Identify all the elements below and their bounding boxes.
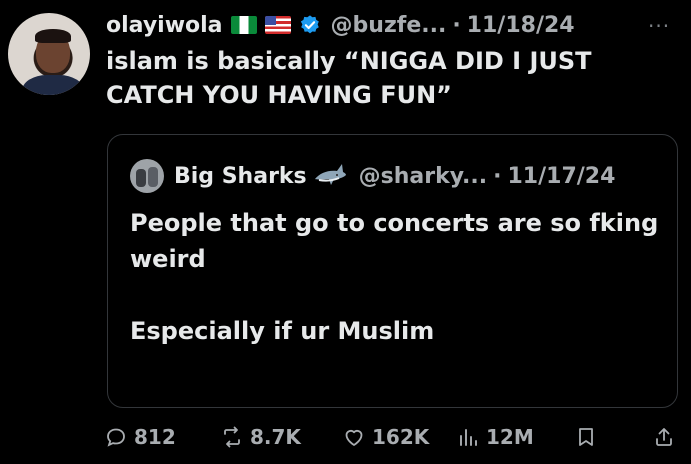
quoted-tweet-text: People that go to concerts are so fking … <box>130 205 660 349</box>
tweet-text: islam is basically “NIGGA DID I JUST CAT… <box>106 44 666 112</box>
share-button[interactable] <box>652 425 676 449</box>
quoted-author-avatar[interactable] <box>130 159 164 193</box>
quoted-tweet-date[interactable]: 11/17/24 <box>508 164 616 189</box>
separator-dot: · <box>493 163 502 189</box>
quoted-text-line: weird <box>130 245 206 273</box>
avatar-body <box>22 75 84 95</box>
tweet-actions: 812 8.7K 162K 12M <box>104 425 684 455</box>
reply-icon <box>107 428 125 447</box>
tweet-date[interactable]: 11/18/24 <box>467 13 575 38</box>
verified-badge-icon <box>300 15 319 34</box>
share-icon <box>656 428 672 446</box>
quoted-author-name[interactable]: Big Sharks <box>174 164 307 189</box>
tweet-text-line: islam is basically “NIGGA DID I JUST <box>106 47 592 75</box>
author-handle[interactable]: @buzfe... <box>331 13 447 38</box>
separator-dot: · <box>452 12 461 38</box>
like-button[interactable]: 162K <box>342 425 429 449</box>
bookmark-button[interactable] <box>574 425 598 449</box>
quoted-tweet-header: Big Sharks @sharky... · 11/17/24 <box>130 159 615 193</box>
quoted-tweet[interactable]: Big Sharks @sharky... · 11/17/24 People … <box>107 134 678 408</box>
quoted-text-line: Especially if ur Muslim <box>130 317 435 345</box>
more-options-button[interactable]: ··· <box>648 14 670 38</box>
author-avatar[interactable] <box>8 13 90 95</box>
repost-count: 8.7K <box>250 425 301 449</box>
author-name[interactable]: olayiwola <box>106 13 223 38</box>
avatar-hair <box>35 29 71 43</box>
tweet-text-line: CATCH YOU HAVING FUN” <box>106 81 452 109</box>
usa-flag-icon <box>264 16 291 34</box>
views-chart-icon <box>460 429 477 446</box>
quoted-author-handle[interactable]: @sharky... <box>359 164 487 189</box>
nigeria-flag-icon <box>230 16 257 34</box>
views-button[interactable]: 12M <box>456 425 534 449</box>
views-count: 12M <box>486 425 534 449</box>
repost-button[interactable]: 8.7K <box>220 425 301 449</box>
repost-icon <box>224 426 240 448</box>
tweet-header: olayiwola @buzfe... · 11/18/24 <box>106 10 575 40</box>
quoted-text-line: People that go to concerts are so fking <box>130 209 659 237</box>
reply-button[interactable]: 812 <box>104 425 176 449</box>
reply-count: 812 <box>134 425 176 449</box>
like-count: 162K <box>372 425 430 449</box>
bookmark-icon <box>579 428 593 446</box>
heart-icon <box>345 429 363 446</box>
shark-icon <box>314 164 346 185</box>
